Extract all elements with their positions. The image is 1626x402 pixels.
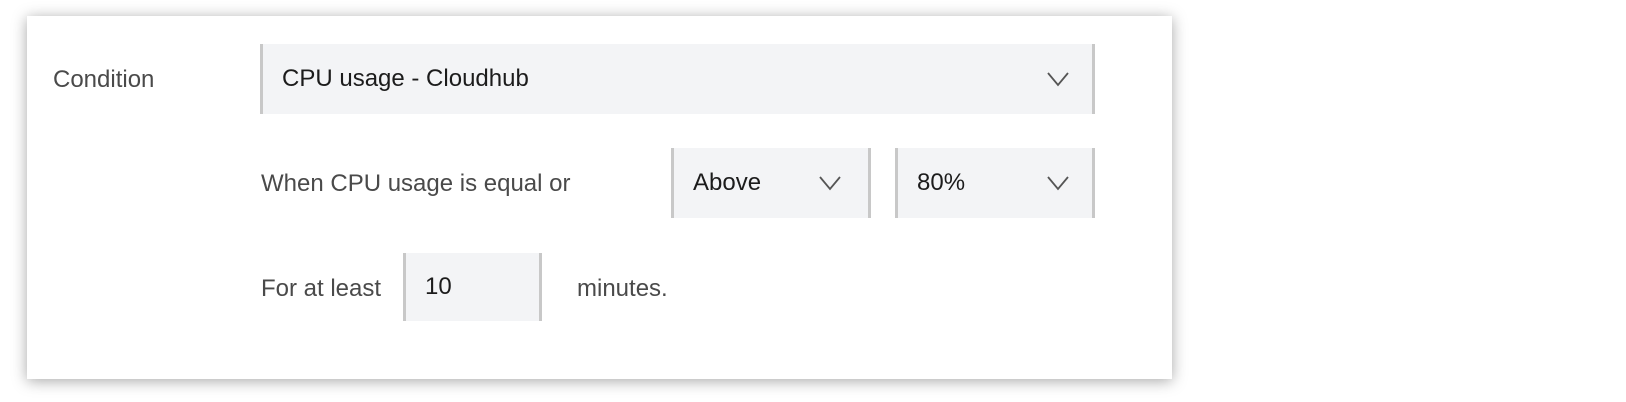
chevron-down-icon [1047, 176, 1069, 191]
duration-unit-label: minutes. [577, 275, 668, 302]
condition-select[interactable]: CPU usage - Cloudhub [260, 44, 1095, 114]
duration-input[interactable]: 10 [403, 253, 542, 321]
duration-label: For at least [261, 275, 382, 302]
chevron-down-icon [819, 176, 841, 191]
duration-input-value: 10 [425, 273, 452, 300]
chevron-down-icon [1047, 72, 1069, 87]
condition-select-value: CPU usage - Cloudhub [282, 65, 529, 92]
operator-select[interactable]: Above [671, 148, 871, 218]
alert-condition-panel: Condition CPU usage - Cloudhub When CPU … [27, 16, 1172, 379]
threshold-value-select-value: 80% [917, 169, 966, 196]
threshold-value-select[interactable]: 80% [895, 148, 1095, 218]
threshold-label: When CPU usage is equal or [261, 170, 571, 197]
operator-select-value: Above [693, 169, 762, 196]
condition-label: Condition [53, 66, 155, 93]
